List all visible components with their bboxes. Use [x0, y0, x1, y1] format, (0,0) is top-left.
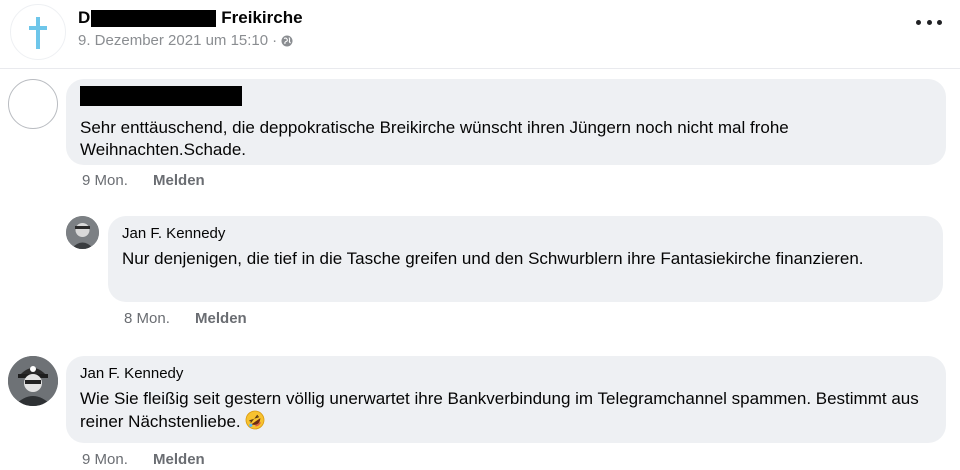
comment-text: Nur denjenigen, die tief in die Tasche g…: [122, 249, 864, 268]
page-name[interactable]: D Freikirche: [78, 8, 303, 28]
report-button[interactable]: Melden: [153, 172, 205, 189]
comment-bubble: Jan F. Kennedy Wie Sie fleißig seit gest…: [66, 356, 946, 443]
page-avatar[interactable]: [10, 4, 66, 60]
comment-actions: 9 Mon. Melden: [82, 172, 205, 189]
meta-separator: ·: [272, 32, 278, 49]
post-meta: 9. Dezember 2021 um 15:10 ·: [78, 32, 293, 49]
comment-text: Sehr enttäuschend, die deppokratische Br…: [80, 118, 789, 159]
globe-icon: [281, 35, 293, 46]
redacted-author-name: [80, 86, 242, 106]
comment-actions: 8 Mon. Melden: [124, 310, 247, 327]
comment-age[interactable]: 9 Mon.: [82, 451, 128, 468]
commenter-avatar[interactable]: [8, 79, 58, 129]
person-photo-icon: [66, 216, 99, 249]
comment-author[interactable]: Jan F. Kennedy: [80, 364, 932, 383]
page-name-suffix: Freikirche: [221, 8, 303, 27]
comment-bubble: Sehr enttäuschend, die deppokratische Br…: [66, 79, 946, 165]
more-dots-icon: [916, 19, 921, 25]
redaction-bar: [91, 9, 217, 27]
comment-age[interactable]: 9 Mon.: [82, 172, 128, 189]
cross-icon: [29, 17, 47, 49]
comment-text: Wie Sie fleißig seit gestern völlig uner…: [80, 389, 919, 431]
report-button[interactable]: Melden: [195, 310, 247, 327]
comment-actions: 9 Mon. Melden: [82, 451, 205, 468]
rolling-laughing-emoji-icon: [245, 410, 265, 430]
post-timestamp[interactable]: 9. Dezember 2021 um 15:10: [78, 32, 268, 49]
comment-age[interactable]: 8 Mon.: [124, 310, 170, 327]
comment-text-wrapper: Wie Sie fleißig seit gestern völlig uner…: [80, 388, 932, 433]
report-button[interactable]: Melden: [153, 451, 205, 468]
more-options-button[interactable]: [916, 14, 942, 30]
comment-author[interactable]: Jan F. Kennedy: [122, 224, 929, 243]
commenter-avatar[interactable]: [8, 356, 58, 406]
comment-bubble: Jan F. Kennedy Nur denjenigen, die tief …: [108, 216, 943, 302]
commenter-avatar[interactable]: [66, 216, 99, 249]
post-header: D Freikirche 9. Dezember 2021 um 15:10 ·: [0, 0, 960, 69]
person-photo-icon: [8, 356, 58, 406]
page-name-prefix: D: [78, 8, 91, 27]
